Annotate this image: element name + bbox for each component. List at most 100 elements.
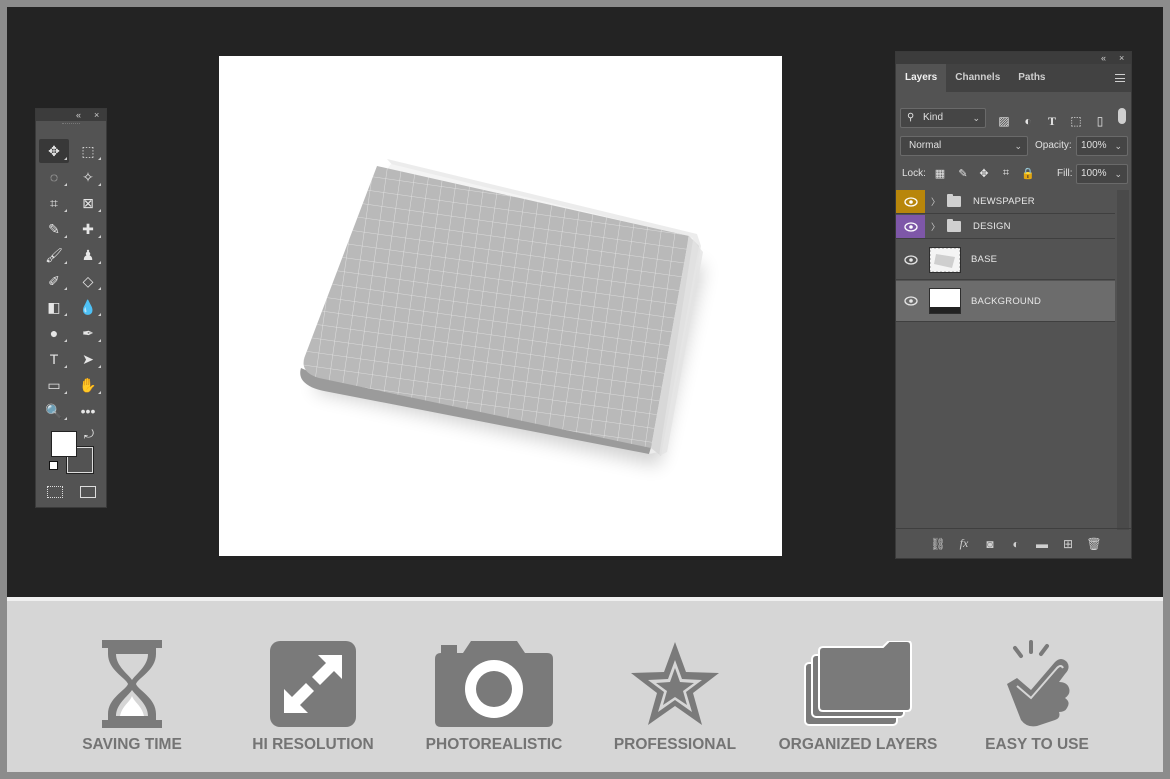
hand-tool-icon[interactable]: ✋ <box>73 373 103 397</box>
filter-adjustment-icon[interactable]: ◐ <box>1021 114 1035 128</box>
layer-name: NEWSPAPER <box>973 196 1035 207</box>
fill-input[interactable]: 100% ⌄ <box>1076 164 1128 184</box>
filter-smart-object-icon[interactable]: ▯ <box>1093 114 1107 128</box>
marquee-tool-icon[interactable]: ⬚ <box>73 139 103 163</box>
layer-thumbnail <box>929 246 961 273</box>
blur-tool-icon[interactable]: 💧 <box>73 295 103 319</box>
collapse-layers-panel-button[interactable]: « <box>1101 52 1106 64</box>
layers-folders-icon <box>763 639 953 729</box>
filter-kind-value: Kind <box>923 112 944 123</box>
filter-type-icon[interactable]: T <box>1045 114 1059 128</box>
swap-colors-icon[interactable]: ⤾ <box>84 427 94 442</box>
feature-easy-to-use: EASY TO USE <box>942 601 1132 772</box>
layers-panel-footer: ⛓ fx ◙ ◐ ▬ ⊞ 🗑 <box>896 528 1131 558</box>
lock-all-icon[interactable]: 🔒 <box>1021 166 1035 180</box>
healing-brush-tool-icon[interactable]: ✚ <box>73 217 103 241</box>
layer-row-base[interactable]: BASE <box>896 240 1115 280</box>
visibility-eye-icon[interactable] <box>896 240 925 279</box>
new-layer-icon[interactable]: ⊞ <box>1059 537 1077 551</box>
opacity-value: 100% <box>1081 140 1107 151</box>
layers-panel-header: « × <box>896 52 1131 64</box>
screen-mode-icon[interactable] <box>80 486 96 498</box>
path-selection-tool-icon[interactable]: ➤ <box>73 347 103 371</box>
close-layers-panel-button[interactable]: × <box>1119 52 1124 64</box>
magic-wand-tool-icon[interactable]: ✧ <box>73 165 103 189</box>
layer-name: BASE <box>971 254 998 265</box>
visibility-eye-icon[interactable] <box>896 215 925 238</box>
history-brush-tool-icon[interactable]: ✐ <box>39 269 69 293</box>
foreground-color-swatch[interactable] <box>51 431 77 457</box>
type-tool-icon[interactable]: T <box>39 347 69 371</box>
tools-panel: « × ✥ ⬚ ◌ ✧ ⌗ ⊠ ✎ ✚ 🖌 ♟ ✐ ◇ ◧ 💧 ● ✒ T ➤ ▭ ✋ 🔍 ••• ⤾ <box>35 108 107 508</box>
star-icon <box>580 639 770 729</box>
trash-icon[interactable]: 🗑 <box>1085 537 1103 551</box>
visibility-eye-icon[interactable] <box>896 281 925 321</box>
lasso-tool-icon[interactable]: ◌ <box>39 165 69 189</box>
eraser-tool-icon[interactable]: ◇ <box>73 269 103 293</box>
folder-icon <box>947 194 962 207</box>
quick-mask-icon[interactable] <box>47 486 63 498</box>
visibility-eye-icon[interactable] <box>896 190 925 213</box>
chevron-down-icon: ⌄ <box>972 113 980 123</box>
close-panel-button[interactable]: × <box>94 109 99 121</box>
move-tool-icon[interactable]: ✥ <box>39 139 69 163</box>
feature-label: SAVING TIME <box>82 736 182 753</box>
frame-tool-icon[interactable]: ⊠ <box>73 191 103 215</box>
new-group-icon[interactable]: ▬ <box>1033 537 1051 551</box>
layer-row-newspaper[interactable]: 〉 NEWSPAPER <box>896 190 1115 214</box>
hourglass-icon <box>37 639 227 729</box>
blend-mode-value: Normal <box>909 140 942 151</box>
lock-artboard-icon[interactable]: ⌗ <box>999 166 1013 180</box>
feature-saving-time: SAVING TIME <box>37 601 227 772</box>
layers-scrollbar[interactable] <box>1117 190 1129 530</box>
document-canvas[interactable] <box>219 56 782 556</box>
lock-image-pixels-icon[interactable]: ✎ <box>956 166 970 180</box>
opacity-input[interactable]: 100% ⌄ <box>1076 136 1128 156</box>
filter-toggle[interactable] <box>1118 108 1126 124</box>
filter-pixel-icon[interactable]: ▨ <box>997 114 1011 128</box>
pen-tool-icon[interactable]: ✒ <box>73 321 103 345</box>
blend-mode-dropdown[interactable]: Normal ⌄ <box>900 136 1028 156</box>
brush-tool-icon[interactable]: 🖌 <box>39 243 69 267</box>
default-colors-icon[interactable] <box>49 461 58 470</box>
layer-row-design[interactable]: 〉 DESIGN <box>896 215 1115 239</box>
layers-panel: « × Layers Channels Paths ⚲ Kind ⌄ ▨ ◐ T… <box>895 51 1132 559</box>
zoom-tool-icon[interactable]: 🔍 <box>39 399 69 423</box>
link-layers-icon[interactable]: ⛓ <box>929 537 947 551</box>
gradient-tool-icon[interactable]: ◧ <box>39 295 69 319</box>
eyedropper-tool-icon[interactable]: ✎ <box>39 217 69 241</box>
layer-name: DESIGN <box>973 221 1011 232</box>
lock-transparent-pixels-icon[interactable]: ▦ <box>933 166 947 180</box>
fill-value: 100% <box>1081 168 1107 179</box>
feature-hi-resolution: HI RESOLUTION <box>218 601 408 772</box>
folder-icon <box>947 219 962 232</box>
tab-channels[interactable]: Channels <box>946 64 1009 92</box>
lock-position-icon[interactable]: ✥ <box>977 166 991 180</box>
clone-stamp-tool-icon[interactable]: ♟ <box>73 243 103 267</box>
newspaper-mockup-image <box>300 159 704 466</box>
more-tools-icon[interactable]: ••• <box>73 399 103 423</box>
expand-chevron-icon[interactable]: 〉 <box>931 220 940 233</box>
layer-row-background[interactable]: BACKGROUND <box>896 281 1115 322</box>
adjustment-icon[interactable]: ◐ <box>1007 537 1025 551</box>
panel-menu-icon[interactable] <box>1115 74 1125 82</box>
feature-label: PROFESSIONAL <box>613 736 737 753</box>
fx-icon[interactable]: fx <box>955 536 973 551</box>
features-strip: SAVING TIME HI RESOLUTION PHOTOREALISTIC <box>7 601 1163 772</box>
feature-professional: PROFESSIONAL <box>580 601 770 772</box>
chevron-down-icon: ⌄ <box>1114 169 1122 179</box>
tab-paths[interactable]: Paths <box>1009 64 1054 92</box>
mask-icon[interactable]: ◙ <box>981 537 999 551</box>
feature-photorealistic: PHOTOREALISTIC <box>399 601 589 772</box>
collapse-panel-button[interactable]: « <box>76 109 81 121</box>
rectangle-tool-icon[interactable]: ▭ <box>39 373 69 397</box>
crop-tool-icon[interactable]: ⌗ <box>39 191 69 215</box>
filter-shape-icon[interactable]: ⬚ <box>1069 114 1083 128</box>
panel-grip[interactable] <box>36 121 106 127</box>
layer-name: BACKGROUND <box>971 295 1042 307</box>
feature-label: HI RESOLUTION <box>252 736 374 753</box>
dodge-tool-icon[interactable]: ● <box>39 321 69 345</box>
filter-kind-dropdown[interactable]: ⚲ Kind ⌄ <box>900 108 986 128</box>
expand-chevron-icon[interactable]: 〉 <box>931 195 940 208</box>
tab-layers[interactable]: Layers <box>896 64 947 92</box>
